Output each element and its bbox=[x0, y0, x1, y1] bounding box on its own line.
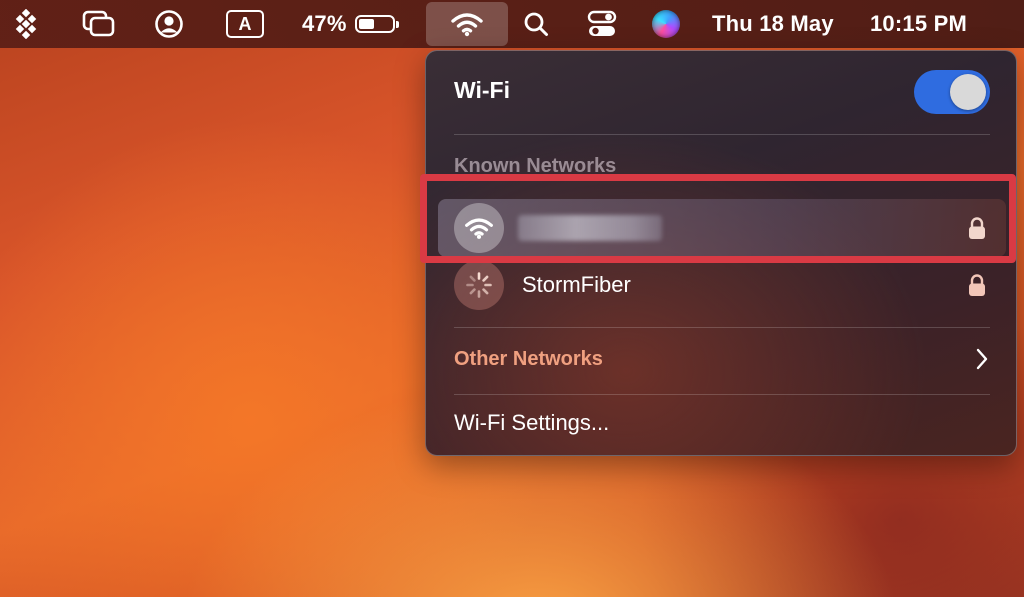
divider bbox=[454, 327, 990, 328]
menu-time[interactable]: 10:15 PM bbox=[870, 0, 990, 48]
battery-tip bbox=[395, 20, 399, 28]
wifi-settings-item[interactable]: Wi-Fi Settings... bbox=[454, 410, 609, 436]
battery-icon bbox=[354, 15, 395, 33]
search-icon[interactable] bbox=[520, 0, 552, 48]
divider bbox=[454, 134, 990, 135]
battery-level-fill bbox=[358, 19, 374, 29]
keyboard-input-badge: A bbox=[226, 10, 264, 38]
app-grid-icon[interactable] bbox=[10, 0, 42, 48]
input-source-icon[interactable]: A bbox=[224, 0, 266, 48]
wifi-toggle[interactable] bbox=[914, 70, 990, 114]
menu-date[interactable]: Thu 18 May bbox=[712, 0, 852, 48]
divider bbox=[454, 394, 990, 395]
loading-spinner-icon bbox=[454, 260, 504, 310]
menu-bar: A 47% Thu 18 May 10:15 PM bbox=[0, 0, 1024, 48]
battery-status[interactable]: 47% bbox=[302, 0, 414, 48]
wifi-toggle-knob bbox=[950, 74, 986, 110]
lock-icon bbox=[969, 274, 985, 296]
other-networks-item[interactable]: Other Networks bbox=[454, 348, 603, 371]
siri-icon[interactable] bbox=[650, 0, 682, 48]
date-text: Thu 18 May bbox=[712, 11, 834, 36]
chevron-right-icon[interactable] bbox=[974, 347, 990, 371]
network-name: StormFiber bbox=[522, 272, 631, 297]
battery-percent: 47% bbox=[302, 11, 347, 36]
control-center-icon[interactable] bbox=[584, 0, 620, 48]
wifi-icon bbox=[451, 13, 483, 37]
wifi-menu-button[interactable] bbox=[426, 2, 508, 46]
highlight-annotation-box bbox=[420, 174, 1016, 263]
screens-icon[interactable] bbox=[80, 0, 118, 48]
user-icon[interactable] bbox=[152, 0, 186, 48]
network-row-stormfiber[interactable]: StormFiber bbox=[438, 256, 1006, 314]
time-text: 10:15 PM bbox=[870, 11, 967, 36]
wifi-panel-title: Wi-Fi bbox=[454, 77, 510, 103]
